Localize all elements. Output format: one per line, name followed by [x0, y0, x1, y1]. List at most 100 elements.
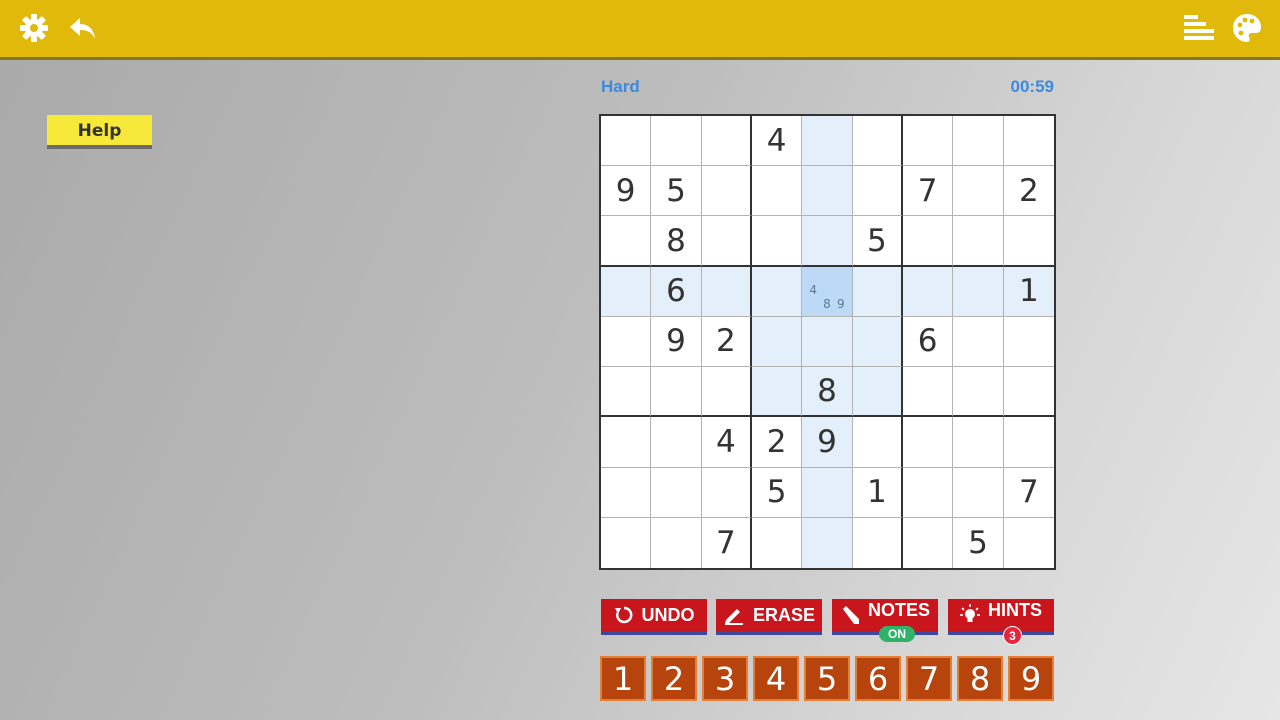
board-cell[interactable]: 2 [1003, 166, 1054, 217]
board-cell[interactable]: 9 [802, 417, 853, 468]
board-cell[interactable] [953, 266, 1004, 317]
board-cell[interactable]: 7 [902, 166, 954, 217]
numpad-button-8[interactable]: 8 [957, 656, 1003, 701]
board-cell[interactable] [701, 266, 752, 317]
notes-button[interactable]: NOTES ON [832, 599, 938, 642]
numpad-button-3[interactable]: 3 [702, 656, 748, 701]
board-cell[interactable]: 4 [701, 417, 752, 468]
board-cell[interactable] [701, 367, 752, 418]
board-cell[interactable] [953, 166, 1004, 217]
board-cell[interactable] [701, 116, 752, 167]
board-cell[interactable]: 8 [802, 367, 853, 418]
board-cell[interactable]: 1 [1003, 266, 1054, 317]
board-cell[interactable] [1003, 316, 1054, 368]
board-cell[interactable] [601, 517, 652, 568]
board-cell[interactable] [902, 367, 954, 418]
board-cell[interactable] [751, 316, 803, 368]
board-cell[interactable] [902, 467, 954, 518]
board-cell[interactable]: 2 [701, 316, 752, 368]
board-cell[interactable] [852, 116, 903, 167]
board-cell[interactable] [852, 316, 903, 368]
board-cell[interactable] [601, 266, 652, 317]
board-cell[interactable] [852, 517, 903, 568]
board-cell[interactable] [751, 517, 803, 568]
pencil-icon [842, 606, 859, 624]
board-cell[interactable] [953, 316, 1004, 368]
palette-icon[interactable] [1231, 12, 1263, 44]
board-cell[interactable]: 5 [651, 166, 702, 217]
board-cell[interactable]: 489 [802, 266, 853, 317]
gear-icon[interactable] [18, 12, 50, 44]
board-cell[interactable] [1003, 367, 1054, 418]
back-arrow-icon[interactable] [67, 12, 99, 44]
help-button[interactable]: Help [47, 115, 152, 149]
board-cell[interactable]: 8 [651, 216, 702, 267]
board-cell[interactable] [852, 417, 903, 468]
board-cell[interactable] [802, 166, 853, 217]
board-cell[interactable]: 5 [751, 467, 803, 518]
board-cell[interactable] [802, 216, 853, 267]
board-cell[interactable] [902, 116, 954, 167]
board-cell[interactable] [751, 216, 803, 267]
board-cell[interactable]: 9 [651, 316, 702, 368]
board-cell[interactable] [852, 367, 903, 418]
board-cell[interactable]: 6 [651, 266, 702, 317]
board-cell[interactable] [601, 216, 652, 267]
board-cell[interactable] [701, 216, 752, 267]
board-cell[interactable]: 4 [751, 116, 803, 167]
board-cell[interactable]: 1 [852, 467, 903, 518]
numpad-button-9[interactable]: 9 [1008, 656, 1054, 701]
board-cell[interactable] [1003, 116, 1054, 167]
board-cell[interactable] [651, 467, 702, 518]
board-cell[interactable] [701, 467, 752, 518]
undo-button[interactable]: UNDO [601, 599, 707, 635]
board-cell[interactable] [751, 266, 803, 317]
board-cell[interactable] [953, 417, 1004, 468]
board-cell[interactable] [953, 116, 1004, 167]
board-cell[interactable] [802, 116, 853, 167]
board-cell[interactable]: 7 [1003, 467, 1054, 518]
board-cell[interactable] [902, 266, 954, 317]
hints-button[interactable]: HINTS 3 [948, 599, 1054, 645]
board-cell[interactable] [651, 116, 702, 167]
board-cell[interactable]: 2 [751, 417, 803, 468]
board-cell[interactable] [651, 417, 702, 468]
board-cell[interactable] [601, 367, 652, 418]
board-cell[interactable] [852, 166, 903, 217]
board-cell[interactable] [953, 367, 1004, 418]
numpad-button-5[interactable]: 5 [804, 656, 850, 701]
erase-button[interactable]: ERASE [716, 599, 822, 635]
board-cell[interactable] [1003, 216, 1054, 267]
board-cell[interactable] [651, 367, 702, 418]
numpad-button-4[interactable]: 4 [753, 656, 799, 701]
board-cell[interactable]: 6 [902, 316, 954, 368]
board-cell[interactable] [902, 417, 954, 468]
board-cell[interactable]: 5 [953, 517, 1004, 568]
board-cell[interactable] [1003, 517, 1054, 568]
board-cell[interactable] [651, 517, 702, 568]
numpad-button-1[interactable]: 1 [600, 656, 646, 701]
board-cell[interactable] [1003, 417, 1054, 468]
board-cell[interactable] [701, 166, 752, 217]
board-cell[interactable] [751, 367, 803, 418]
board-cell[interactable]: 9 [601, 166, 652, 217]
board-cell[interactable] [902, 517, 954, 568]
board-cell[interactable] [802, 316, 853, 368]
numpad-button-2[interactable]: 2 [651, 656, 697, 701]
board-cell[interactable] [601, 417, 652, 468]
menu-bars-icon[interactable] [1182, 12, 1214, 44]
numpad-button-6[interactable]: 6 [855, 656, 901, 701]
board-cell[interactable] [601, 467, 652, 518]
board-cell[interactable] [601, 116, 652, 167]
board-cell[interactable] [953, 216, 1004, 267]
board-cell[interactable] [852, 266, 903, 317]
board-cell[interactable] [902, 216, 954, 267]
numpad-button-7[interactable]: 7 [906, 656, 952, 701]
board-cell[interactable] [953, 467, 1004, 518]
board-cell[interactable] [601, 316, 652, 368]
board-cell[interactable] [802, 467, 853, 518]
board-cell[interactable] [802, 517, 853, 568]
board-cell[interactable] [751, 166, 803, 217]
board-cell[interactable]: 5 [852, 216, 903, 267]
board-cell[interactable]: 7 [701, 517, 752, 568]
